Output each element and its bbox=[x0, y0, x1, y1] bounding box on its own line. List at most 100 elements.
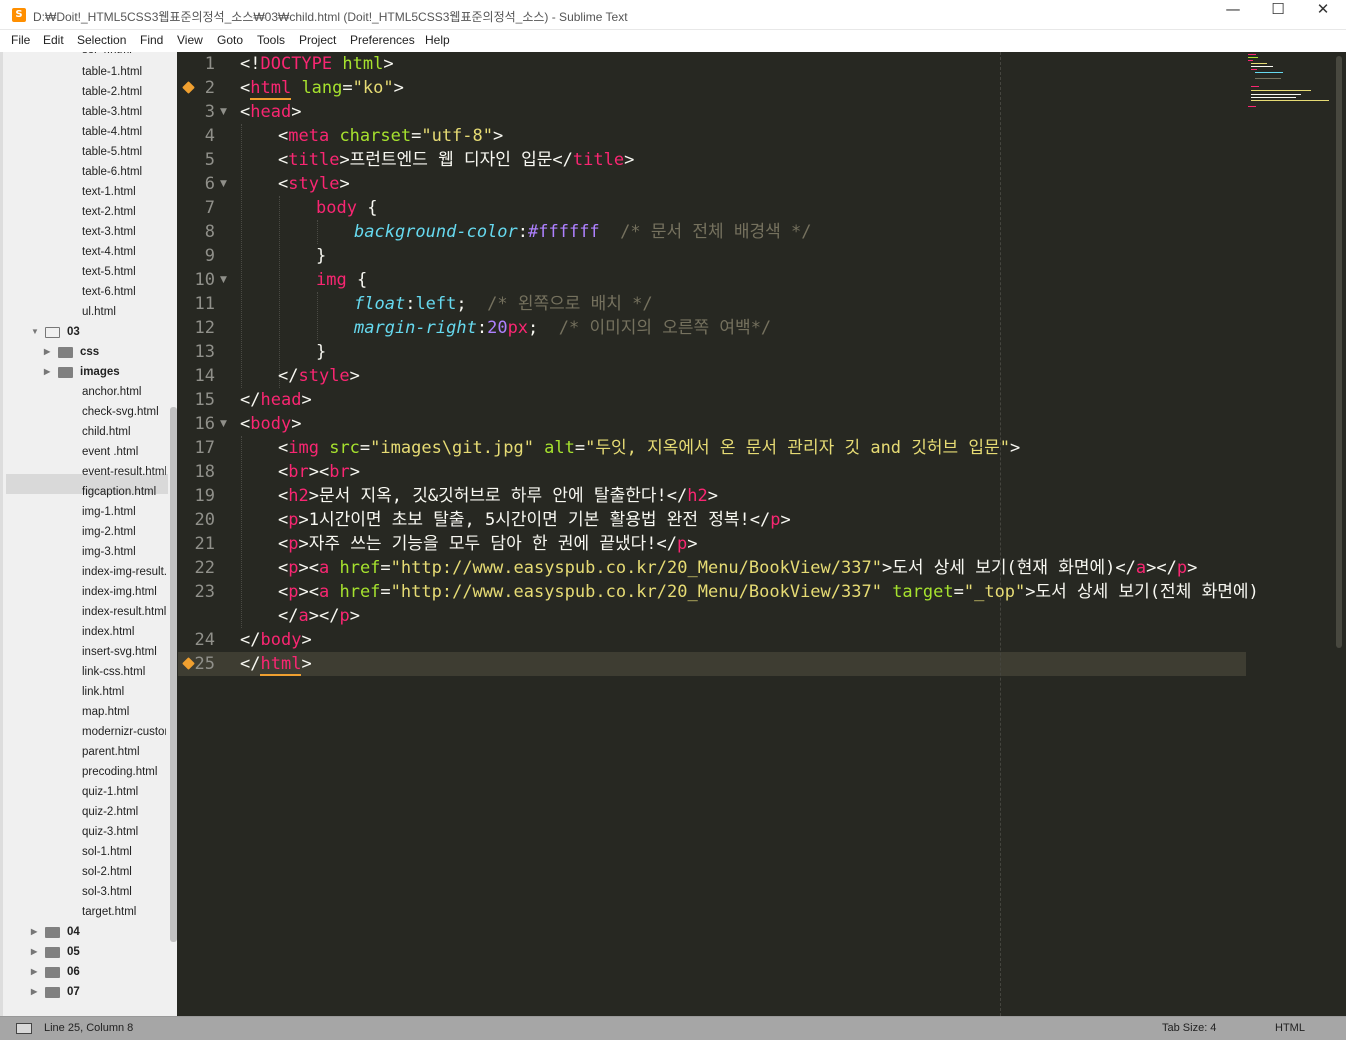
sidebar-file[interactable]: event .html bbox=[82, 442, 166, 462]
menu-edit[interactable]: Edit bbox=[43, 33, 64, 47]
folder-label: 03 bbox=[67, 326, 80, 338]
menu-preferences[interactable]: Preferences bbox=[350, 33, 415, 47]
sidebar-file[interactable]: table-2.html bbox=[82, 82, 166, 102]
cursor-position: Line 25, Column 8 bbox=[44, 1022, 134, 1034]
menu-view[interactable]: View bbox=[177, 33, 203, 47]
close-button[interactable]: ✕ bbox=[1300, 0, 1346, 30]
sidebar-file[interactable]: modernizr-custom.html bbox=[82, 722, 166, 742]
sidebar-file[interactable]: index.html bbox=[82, 622, 166, 642]
line-number: 13 bbox=[194, 342, 215, 362]
sidebar-file[interactable]: sol-2.html bbox=[82, 862, 166, 882]
indent-guide bbox=[241, 436, 242, 628]
status-bar: Line 25, Column 8 Tab Size: 4 HTML bbox=[0, 1016, 1346, 1040]
sidebar-file[interactable]: text-6.html bbox=[82, 282, 166, 302]
sidebar-file[interactable]: ul.html bbox=[82, 302, 166, 322]
sidebar-file[interactable]: event-result.html bbox=[82, 462, 166, 482]
sidebar-file-selected[interactable]: child.html bbox=[82, 422, 166, 442]
code-line: <p><a href="http://www.easyspub.co.kr/20… bbox=[278, 558, 1198, 578]
sidebar-vertical-scrollbar[interactable] bbox=[170, 407, 177, 942]
line-number: 15 bbox=[194, 390, 215, 410]
menu-project[interactable]: Project bbox=[299, 33, 336, 47]
sidebar-file[interactable]: index-img.html bbox=[82, 582, 166, 602]
sidebar-file[interactable]: text-5.html bbox=[82, 262, 166, 282]
sidebar-file[interactable]: sol-3.html bbox=[82, 882, 166, 902]
sidebar-folder-06[interactable]: ▶ 06 bbox=[31, 962, 171, 982]
fold-arrow-icon[interactable]: ▼ bbox=[220, 412, 227, 436]
sidebar-file[interactable]: sol-1.html bbox=[82, 842, 166, 862]
fold-arrow-icon[interactable]: ▼ bbox=[220, 100, 227, 124]
sidebar-file[interactable]: target.html bbox=[82, 902, 166, 922]
code-line: <br><br> bbox=[278, 462, 360, 482]
menu-selection[interactable]: Selection bbox=[77, 33, 126, 47]
sidebar-file[interactable]: img-2.html bbox=[82, 522, 166, 542]
sidebar-file[interactable]: link-css.html bbox=[82, 662, 166, 682]
line-number: 8 bbox=[204, 222, 215, 242]
sidebar-file[interactable]: text-4.html bbox=[82, 242, 166, 262]
line-number-gutter: 1 2 3 4 5 6 7 8 9 10 11 12 13 14 15 16 1… bbox=[178, 52, 238, 1016]
code-line: <!DOCTYPE html> bbox=[240, 54, 394, 74]
sidebar-file[interactable]: anchor.html bbox=[82, 382, 166, 402]
sidebar-file[interactable]: index-result.html bbox=[82, 602, 166, 622]
sidebar-folder-css[interactable]: ▶ css bbox=[44, 342, 164, 362]
chevron-right-icon: ▶ bbox=[31, 927, 38, 936]
sidebar-file[interactable]: img-3.html bbox=[82, 542, 166, 562]
line-number: 22 bbox=[194, 558, 215, 578]
sidebar-file[interactable]: link.html bbox=[82, 682, 166, 702]
line-number: 21 bbox=[194, 534, 215, 554]
line-number: 6 bbox=[204, 174, 215, 194]
sidebar-file[interactable]: table-6.html bbox=[82, 162, 166, 182]
sidebar-file[interactable]: figcaption.html bbox=[82, 482, 166, 502]
editor-vertical-scrollbar[interactable] bbox=[1336, 56, 1342, 648]
minimize-button[interactable]: — bbox=[1210, 0, 1256, 30]
sidebar-file[interactable]: quiz-3.html bbox=[82, 822, 166, 842]
minimap[interactable] bbox=[1246, 52, 1336, 112]
sidebar-file[interactable]: table-5.html bbox=[82, 142, 166, 162]
code-editor[interactable]: 1 2 3 4 5 6 7 8 9 10 11 12 13 14 15 16 1… bbox=[178, 52, 1346, 1016]
fold-arrow-icon[interactable]: ▼ bbox=[220, 268, 227, 292]
menu-tools[interactable]: Tools bbox=[257, 33, 285, 47]
sidebar-folder-04[interactable]: ▶ 04 bbox=[31, 922, 171, 942]
menu-find[interactable]: Find bbox=[140, 33, 163, 47]
folder-icon bbox=[45, 987, 60, 998]
line-number: 10 bbox=[194, 270, 215, 290]
tab-size-indicator[interactable]: Tab Size: 4 bbox=[1162, 1022, 1216, 1034]
maximize-button[interactable]: ☐ bbox=[1255, 0, 1301, 30]
sublime-logo-icon: S bbox=[12, 8, 26, 22]
sidebar-file[interactable]: map.html bbox=[82, 702, 166, 722]
sidebar-folder-images[interactable]: ▶ images bbox=[44, 362, 164, 382]
sidebar-file[interactable]: table-3.html bbox=[82, 102, 166, 122]
chevron-right-icon: ▶ bbox=[44, 347, 51, 356]
sidebar-file[interactable]: sol-4.html bbox=[82, 52, 166, 60]
code-line: <html lang="ko"> bbox=[240, 78, 404, 100]
syntax-indicator[interactable]: HTML bbox=[1275, 1022, 1305, 1034]
sidebar-file[interactable]: text-3.html bbox=[82, 222, 166, 242]
panel-toggle-icon[interactable] bbox=[16, 1023, 32, 1034]
menu-help[interactable]: Help bbox=[425, 33, 450, 47]
sidebar-file[interactable]: check-svg.html bbox=[82, 402, 166, 422]
fold-arrow-icon[interactable]: ▼ bbox=[220, 172, 227, 196]
sidebar-file[interactable]: text-1.html bbox=[82, 182, 166, 202]
sidebar-file[interactable]: text-2.html bbox=[82, 202, 166, 222]
sidebar-folder-07[interactable]: ▶ 07 bbox=[31, 982, 171, 1002]
window-title: D:₩Doit!_HTML5CSS3웹표준의정석_소스₩03₩child.htm… bbox=[33, 10, 628, 24]
sidebar-file[interactable]: table-4.html bbox=[82, 122, 166, 142]
menu-goto[interactable]: Goto bbox=[217, 33, 243, 47]
menu-file[interactable]: File bbox=[11, 33, 30, 47]
sidebar-file[interactable]: quiz-1.html bbox=[82, 782, 166, 802]
line-number: 17 bbox=[194, 438, 215, 458]
code-line: <meta charset="utf-8"> bbox=[278, 126, 504, 146]
sidebar-folder-05[interactable]: ▶ 05 bbox=[31, 942, 171, 962]
code-line: <body> bbox=[240, 414, 302, 434]
sidebar-file[interactable]: img-1.html bbox=[82, 502, 166, 522]
sidebar-file[interactable]: table-1.html bbox=[82, 62, 166, 82]
sidebar-file[interactable]: insert-svg.html bbox=[82, 642, 166, 662]
menu-bar: File Edit Selection Find View Goto Tools… bbox=[0, 30, 1346, 52]
line-number: 11 bbox=[194, 294, 215, 314]
sidebar-folder-03[interactable]: ▼ 03 bbox=[31, 322, 171, 342]
sidebar-file[interactable]: precoding.html bbox=[82, 762, 166, 782]
sidebar-file[interactable]: quiz-2.html bbox=[82, 802, 166, 822]
sidebar-file[interactable]: parent.html bbox=[82, 742, 166, 762]
folder-label: css bbox=[80, 346, 100, 358]
code-line: } bbox=[316, 246, 327, 266]
sidebar-file[interactable]: index-img-result.html bbox=[82, 562, 166, 582]
